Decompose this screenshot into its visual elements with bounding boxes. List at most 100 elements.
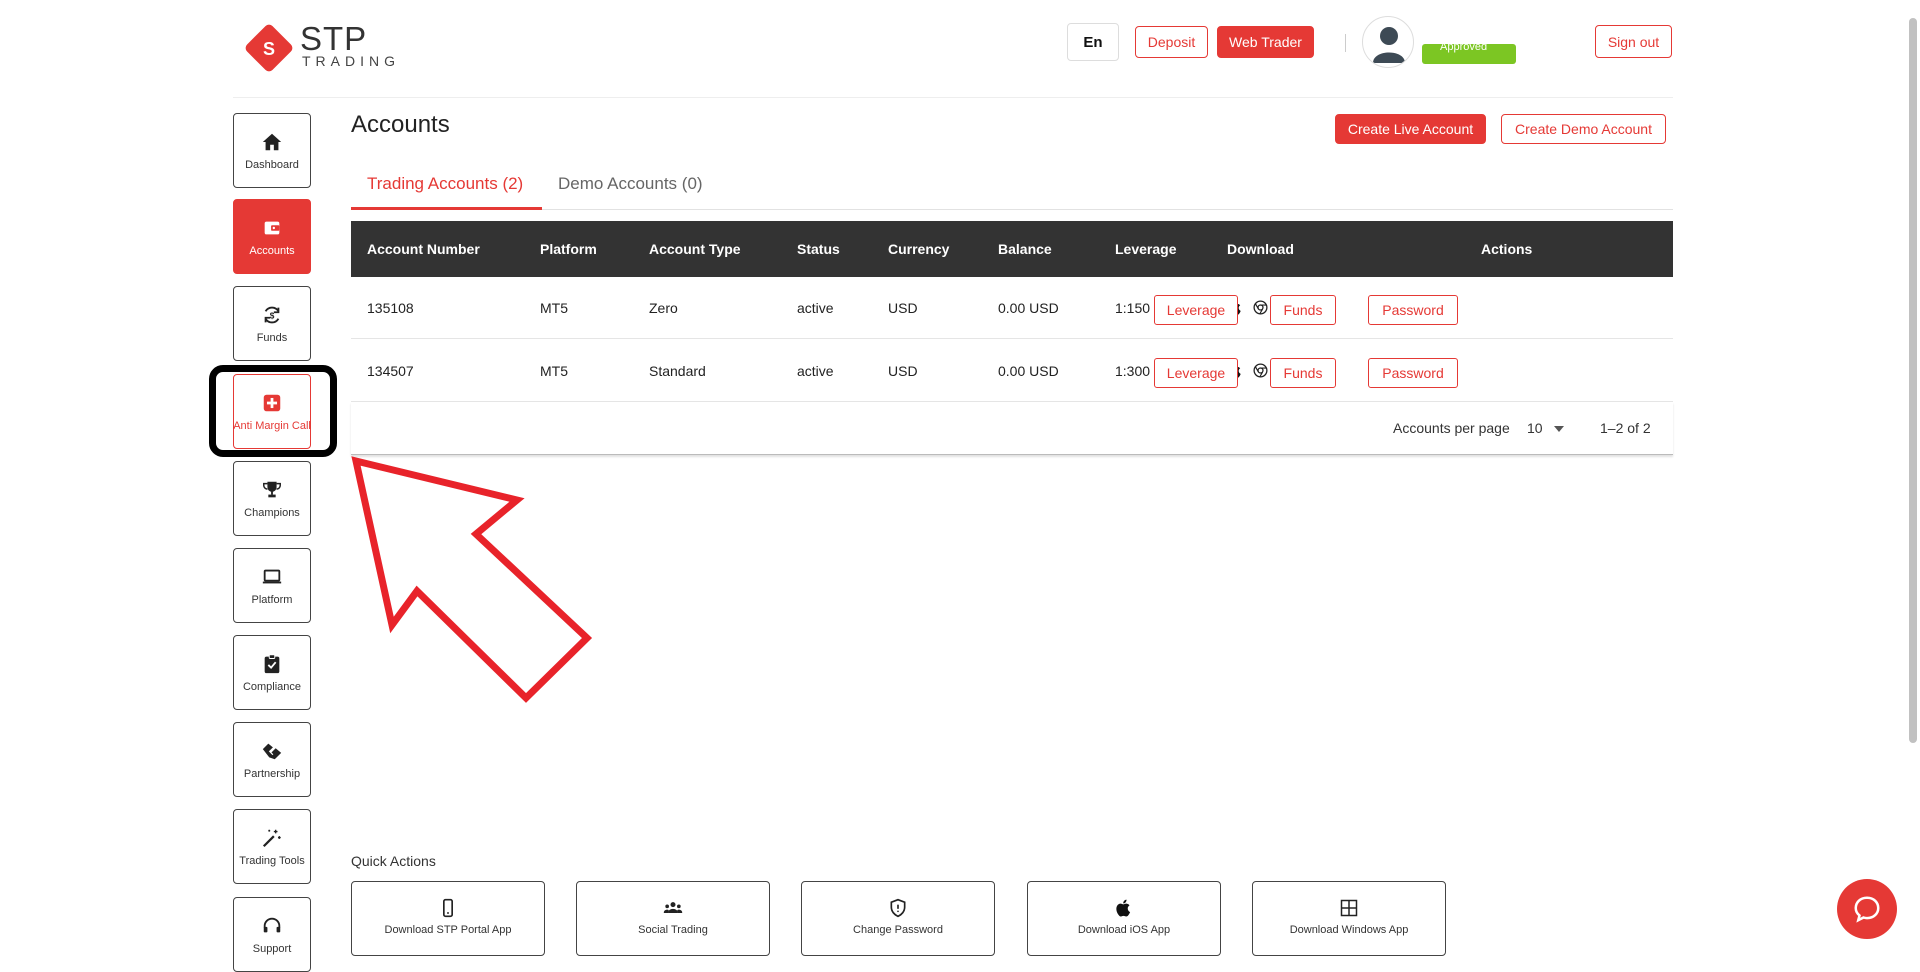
password-button[interactable]: Password [1368,358,1458,388]
create-live-account-button[interactable]: Create Live Account [1335,114,1486,144]
cell-leverage: 1:300 [1115,363,1151,379]
sidebar-item-trading-tools[interactable]: Trading Tools [233,809,311,884]
quick-action-download-windows-app[interactable]: Download Windows App [1252,881,1446,956]
table-row: 134507 MT5 Standard active USD 0.00 USD … [351,340,1673,402]
sidebar-item-label: Platform [251,593,293,606]
tab-demo-accounts[interactable]: Demo Accounts (0) [558,174,703,194]
home-icon [262,133,282,150]
cell-status: active [797,363,834,379]
chevron-down-icon [1554,426,1565,433]
cell-platform: MT5 [540,300,568,316]
sidebar-item-funds[interactable]: $ Funds [233,286,311,361]
sidebar-item-label: Support [252,942,292,955]
approved-label: Approved [1440,44,1488,53]
funds-button[interactable]: Funds [1270,295,1336,325]
chrome-icon[interactable] [1252,299,1269,316]
page-title: Accounts [351,111,450,138]
sidebar-item-label: Compliance [242,680,302,693]
cell-currency: USD [888,363,918,379]
sidebar-item-accounts[interactable]: Accounts [233,199,311,274]
header-divider-line [233,97,1673,98]
sidebar-item-partnership[interactable]: Partnership [233,722,311,797]
quick-action-label: Change Password [853,924,943,936]
rows-per-page-value: 10 [1527,420,1543,436]
deposit-button[interactable]: Deposit [1135,26,1208,58]
sidebar-item-platform[interactable]: Platform [233,548,311,623]
sidebar-item-dashboard[interactable]: Dashboard [233,113,311,188]
highlight-annotation-box [209,365,337,457]
cell-balance: 0.00 USD [998,300,1059,316]
quick-action-label: Social Trading [638,924,708,936]
clipboard-check-icon [264,653,280,673]
funds-icon: $ [264,306,280,323]
chat-button[interactable] [1837,879,1897,939]
sidebar-item-support[interactable]: Support [233,897,311,972]
web-trader-button[interactable]: Web Trader [1217,26,1314,58]
header-divider [1345,34,1346,52]
quick-action-social-trading[interactable]: Social Trading [576,881,770,956]
quick-action-download-ios-app[interactable]: Download iOS App [1027,881,1221,956]
active-tab-indicator [351,207,542,210]
shield-icon [890,898,906,918]
laptop-icon [262,569,282,583]
logo-icon: S [243,22,295,74]
cell-currency: USD [888,300,918,316]
table-row: 135108 MT5 Zero active USD 0.00 USD 1:15… [351,277,1673,339]
sidebar-item-label: Funds [256,331,288,344]
quick-action-label: Download STP Portal App [384,924,512,936]
cell-platform: MT5 [540,363,568,379]
cell-balance: 0.00 USD [998,363,1059,379]
rows-per-page-label: Accounts per page [1393,420,1510,436]
leverage-button[interactable]: Leverage [1154,295,1238,325]
funds-button[interactable]: Funds [1270,358,1336,388]
tabs-divider [351,209,1673,210]
group-icon [663,902,683,913]
pagination-bar: Accounts per page 10 1–2 of 2 [351,402,1673,455]
sidebar-item-label: Accounts [249,244,295,257]
avatar[interactable] [1362,16,1414,68]
quick-action-label: Download Windows App [1289,924,1409,936]
chat-bubble-icon [1854,896,1880,923]
column-header-actions: Actions [1481,241,1533,257]
apple-icon [1116,899,1131,917]
approved-badge: Approved [1422,44,1516,64]
cell-account-type: Zero [649,300,678,316]
phone-icon [443,898,453,918]
headset-icon [263,917,281,932]
sidebar-item-label: Trading Tools [239,854,305,867]
sidebar-item-label: Partnership [243,767,301,780]
pagination-range: 1–2 of 2 [1600,420,1651,436]
svg-text:$: $ [270,311,275,320]
sidebar-item-label: Champions [244,506,300,519]
column-header-leverage: Leverage [1115,241,1177,257]
quick-action-change-password[interactable]: Change Password [801,881,995,956]
user-avatar-icon [1373,27,1405,63]
create-demo-account-button[interactable]: Create Demo Account [1501,114,1666,144]
column-header-status: Status [797,241,840,257]
sign-out-button[interactable]: Sign out [1595,25,1672,58]
quick-action-label: Download iOS App [1077,924,1171,936]
quick-action-download-portal-app[interactable]: Download STP Portal App [351,881,545,956]
column-header-platform: Platform [540,241,597,257]
handshake-icon [262,743,282,759]
rows-per-page-select[interactable]: 10 [1527,420,1565,436]
cell-account-type: Standard [649,363,706,379]
cell-account-number: 135108 [367,300,414,316]
scrollbar[interactable] [1909,18,1917,743]
sidebar-item-compliance[interactable]: Compliance [233,635,311,710]
leverage-button[interactable]: Leverage [1154,358,1238,388]
cell-account-number: 134507 [367,363,414,379]
column-header-download: Download [1227,241,1294,257]
sidebar-item-label: Dashboard [245,158,299,171]
magic-wand-icon [262,829,281,847]
wallet-icon [264,221,280,234]
logo-subtext: TRADING [302,53,400,69]
sidebar-item-champions[interactable]: Champions [233,461,311,536]
annotation-arrow-icon [351,456,593,703]
password-button[interactable]: Password [1368,295,1458,325]
column-header-balance: Balance [998,241,1052,257]
tab-trading-accounts[interactable]: Trading Accounts (2) [367,174,523,194]
windows-icon [1340,899,1358,917]
language-button[interactable]: En [1067,23,1119,61]
chrome-icon[interactable] [1252,362,1269,379]
